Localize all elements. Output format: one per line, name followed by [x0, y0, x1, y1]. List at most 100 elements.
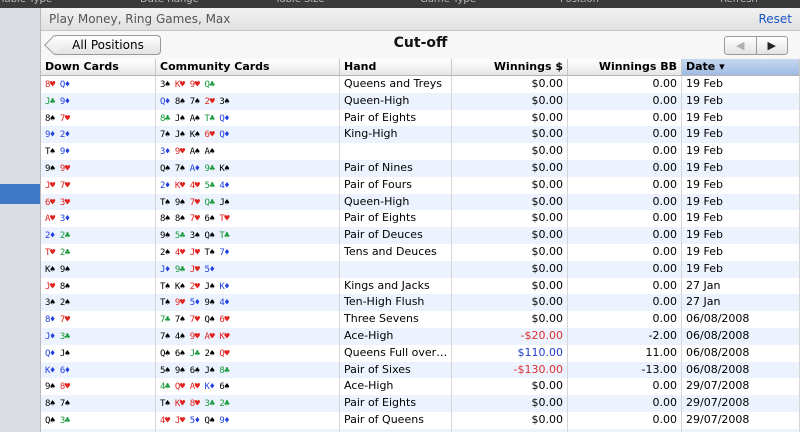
all-positions-button[interactable]: All Positions [55, 35, 161, 55]
date-cell: 19 Feb [682, 193, 800, 211]
table-row[interactable]: J♦ 3♣ 7♠ 4♠ 9♥ A♥ K♥ Ace-High -$20.00 -2.00 06/08/… [41, 327, 800, 345]
top-strip-label[interactable]: Table Size [275, 0, 325, 5]
playing-card: 4♠ [174, 331, 185, 342]
community-cards-cell: Q♦ 8♠ 7♠ 2♥ 3♠ [156, 92, 340, 110]
playing-card: J♥ [189, 264, 200, 275]
table-row[interactable]: A♥ 3♦ 8♠ 8♠ 7♥ 6♠ T♥ Pair of Eights $0.00 0.00 19 … [41, 210, 800, 228]
playing-card: J♥ [45, 281, 55, 292]
table-row[interactable]: 8♦ 7♥ 7♣ 7♠ 7♥ Q♠ 6♥ Three Sevens $0.00 0.00 06/08… [41, 311, 800, 328]
playing-card: 6♦ [59, 365, 70, 376]
playing-card: 9♠ [45, 382, 55, 393]
playing-card: 3♠ [189, 231, 200, 242]
top-strip-label[interactable]: Date Range [140, 0, 199, 5]
playing-card: Q♦ [219, 113, 230, 124]
playing-card: 4♦ [219, 180, 230, 191]
winnings-cell: $0.00 [452, 92, 568, 110]
column-header-winnings-bb[interactable]: Winnings BB [568, 59, 682, 75]
table-row[interactable]: 9♦ 2♦ 7♠ J♠ K♠ 6♥ Q♦ King-High $0.00 0.00 19 Feb [41, 126, 800, 144]
table-row[interactable]: Q♠ 3♣ 4♥ J♥ 5♦ Q♠ 9♦ Pair of Queens $0.00 0.00 29/… [41, 411, 800, 429]
column-header-winnings[interactable]: Winnings $ [452, 59, 568, 75]
playing-card: J♥ [189, 247, 200, 258]
community-cards-cell: T♠ K♥ 8♥ 3♣ 2♣ [156, 395, 340, 412]
top-strip-label[interactable]: Game Type [420, 0, 476, 5]
community-cards-cell: 2♦ K♥ 4♥ 5♣ 4♦ [156, 176, 340, 194]
playing-card: A♠ [204, 147, 215, 158]
top-strip-label[interactable]: Refresh [720, 0, 758, 5]
table-row[interactable]: T♠ 9♦ 3♦ 9♥ A♠ A♠ $0.00 0.00 19 Feb [41, 143, 800, 160]
table-row[interactable]: J♣ 9♦ Q♦ 8♠ 7♠ 2♥ 3♠ Queen-High $0.00 0.00 19 Feb [41, 92, 800, 110]
playing-card: 4♥ [189, 180, 200, 191]
playing-card: 7♠ [59, 399, 70, 410]
prev-arrow-icon[interactable]: ◀ [725, 37, 757, 54]
playing-card: Q♠ [204, 415, 215, 426]
community-cards-cell: Q♠ 7♠ A♦ 9♣ K♠ [156, 159, 340, 177]
top-strip-label[interactable]: Position [560, 0, 599, 5]
table-body: 8♥ Q♦ 3♠ K♥ 9♥ Q♣ Queens and Treys $0.00 0.00 19 … [41, 76, 800, 432]
winnings-cell: $0.00 [452, 395, 568, 412]
top-strip-label[interactable]: Table Type [0, 0, 52, 5]
column-header-down-cards[interactable]: Down Cards [41, 59, 156, 75]
winnings-bb-cell: 0.00 [568, 378, 682, 396]
reset-link[interactable]: Reset [758, 12, 792, 26]
date-cell: 19 Feb [682, 109, 800, 127]
date-cell: 29/07/2008 [682, 411, 800, 429]
playing-card: T♠ [160, 197, 170, 208]
playing-card: T♠ [160, 298, 170, 309]
playing-card: Q♠ [204, 231, 215, 242]
table-row[interactable]: J♥ 7♥ 2♦ K♥ 4♥ 5♣ 4♦ Pair of Fours $0.00 0.00 19 F… [41, 176, 800, 194]
hand-cell: Pair of Eights [340, 210, 452, 228]
playing-card: 9♣ [174, 264, 185, 275]
playing-card: 2♥ [189, 281, 200, 292]
playing-card: 7♦ [219, 247, 230, 258]
playing-card: J♠ [219, 197, 230, 208]
community-cards-cell: 4♥ J♥ 5♦ Q♠ 9♦ [156, 411, 340, 429]
next-arrow-icon[interactable]: ▶ [757, 37, 788, 54]
playing-card: J♦ [160, 264, 170, 275]
table-row[interactable]: 9♠ 9♥ Q♠ 7♠ A♦ 9♣ K♠ Pair of Nines $0.00 0.00 19 F… [41, 159, 800, 177]
playing-card: 2♠ [160, 247, 170, 258]
playing-card: 3♣ [59, 415, 70, 426]
table-row[interactable]: 9♠ 8♥ 4♣ Q♥ A♥ K♦ 6♠ Ace-High $0.00 0.00 29/07/200… [41, 378, 800, 396]
column-header-hand[interactable]: Hand [340, 59, 452, 75]
playing-card: K♥ [174, 399, 185, 410]
playing-card: 7♥ [189, 214, 200, 225]
playing-card: 3♥ [59, 197, 70, 208]
table-row[interactable]: 6♥ 3♥ T♠ 9♠ 7♥ Q♣ J♠ Queen-High $0.00 0.00 19 Feb [41, 193, 800, 211]
date-cell: 19 Feb [682, 126, 800, 144]
winnings-bb-cell: 0.00 [568, 126, 682, 144]
playing-card: Q♠ [160, 163, 170, 174]
playing-card: 4♦ [219, 298, 230, 309]
playing-card: Q♣ [204, 80, 215, 90]
table-row[interactable]: 8♠ 7♥ 8♣ J♠ A♠ T♣ Q♦ Pair of Eights $0.00 0.00 19 … [41, 109, 800, 127]
column-header-community-cards[interactable]: Community Cards [156, 59, 340, 75]
playing-card: 8♦ [45, 315, 55, 326]
community-cards-cell: 7♠ J♠ K♠ 6♥ Q♦ [156, 126, 340, 144]
hand-cell [340, 143, 452, 160]
table-row[interactable]: J♥ 8♠ T♠ K♠ 2♥ J♠ K♦ Kings and Jacks $0.00 0.00 27… [41, 277, 800, 295]
winnings-cell: $0.00 [452, 411, 568, 429]
playing-card: K♥ [174, 180, 185, 191]
playing-card: T♠ [204, 247, 215, 258]
table-row[interactable]: 2♦ 2♣ 9♠ 5♣ 3♠ Q♠ T♣ Pair of Deuces $0.00 0.00 19 … [41, 227, 800, 244]
playing-card: J♠ [204, 365, 215, 376]
playing-card: 4♥ [160, 415, 170, 426]
sidebar-selected-item[interactable] [0, 184, 40, 204]
community-cards-cell: 7♠ 4♠ 9♥ A♥ K♥ [156, 327, 340, 345]
table-row[interactable]: 8♥ Q♦ 3♠ K♥ 9♥ Q♣ Queens and Treys $0.00 0.00 19 … [41, 76, 800, 93]
winnings-cell: $0.00 [452, 260, 568, 278]
table-row[interactable]: 3♠ 2♠ T♠ 9♥ 5♦ 9♠ 4♦ Ten-High Flush $0.00 0.00 27 … [41, 294, 800, 312]
column-header-date[interactable]: Date ▾ [682, 59, 800, 75]
table-row[interactable]: T♥ 2♣ 2♠ 4♥ J♥ T♠ 7♦ Tens and Deuces $0.00 0.00 19… [41, 243, 800, 261]
community-cards-cell: 8♣ J♠ A♠ T♣ Q♦ [156, 109, 340, 127]
down-cards-cell: K♦ 6♦ [41, 361, 156, 379]
down-cards-cell: 8♠ 7♥ [41, 109, 156, 127]
table-row[interactable]: K♠ 9♠ J♦ 9♣ J♥ 5♦ $0.00 0.00 19 Feb [41, 260, 800, 278]
table-row[interactable]: K♦ 6♦ 5♠ 9♠ 6♠ J♠ 8♣ Pair of Sixes -$130.00 -13.0… [41, 361, 800, 379]
playing-card: 8♥ [189, 399, 200, 410]
playing-card: 9♥ [174, 147, 185, 158]
table-row[interactable]: Q♦ J♠ Q♠ 6♠ J♣ 2♠ Q♥ Queens Full over… $110.00 11… [41, 344, 800, 362]
date-cell: 19 Feb [682, 143, 800, 160]
playing-card: J♥ [45, 180, 55, 191]
table-row[interactable]: 8♠ 7♠ T♠ K♥ 8♥ 3♣ 2♣ Pair of Eights $0.00 0.00 29/… [41, 395, 800, 412]
date-cell: 06/08/2008 [682, 361, 800, 379]
